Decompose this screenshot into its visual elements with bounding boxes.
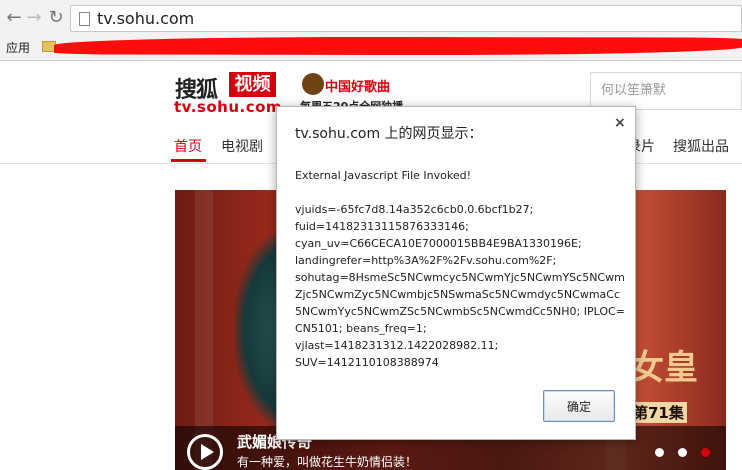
banner-big-title: 女皇 [630,348,698,388]
carousel-dot[interactable] [655,448,664,457]
banner-caption-subtitle[interactable]: 有一种爱，叫做花生牛奶情侣装！ [237,453,417,470]
nav-item-home[interactable]: 首页 [174,136,202,156]
sohu-logo-badge[interactable]: 视频 [229,72,276,97]
forward-arrow-icon[interactable]: → [24,8,44,28]
reload-icon[interactable]: ↻ [46,8,66,28]
address-bar[interactable]: tv.sohu.com [70,5,742,32]
browser-window: ← → ↻ tv.sohu.com 应用 搜狐 视频 tv.sohu.com 中… [0,0,742,470]
search-input[interactable] [591,73,731,107]
redaction-scribble [53,36,742,56]
sohu-logo-domain[interactable]: tv.sohu.com [174,98,282,116]
banner-episode: 第71集 [630,402,687,423]
carousel-dot[interactable] [678,448,687,457]
carousel-dot-active[interactable] [701,448,710,457]
promo-title[interactable]: 中国好歌曲 [325,76,390,95]
promo-logo-icon[interactable] [302,73,324,95]
search-box [590,72,742,110]
page-icon [79,12,90,26]
nav-active-underline [171,159,206,162]
dialog-message: External Javascript File Invoked! vjuids… [295,169,625,369]
play-icon[interactable] [187,434,223,470]
nav-item-sohu-originals[interactable]: 搜狐出品 [673,136,729,156]
browser-toolbar: ← → ↻ tv.sohu.com [0,0,742,36]
bookmarks-apps-label[interactable]: 应用 [6,39,30,56]
address-url[interactable]: tv.sohu.com [97,9,194,28]
dialog-title: tv.sohu.com 上的网页显示： [295,126,483,142]
ok-button[interactable]: 确定 [543,390,615,422]
back-arrow-icon[interactable]: ← [4,8,24,28]
close-icon[interactable]: × [614,115,626,131]
js-alert-dialog: tv.sohu.com 上的网页显示： × External Javascrip… [276,106,636,440]
nav-item-tv-series[interactable]: 电视剧 [221,136,263,156]
